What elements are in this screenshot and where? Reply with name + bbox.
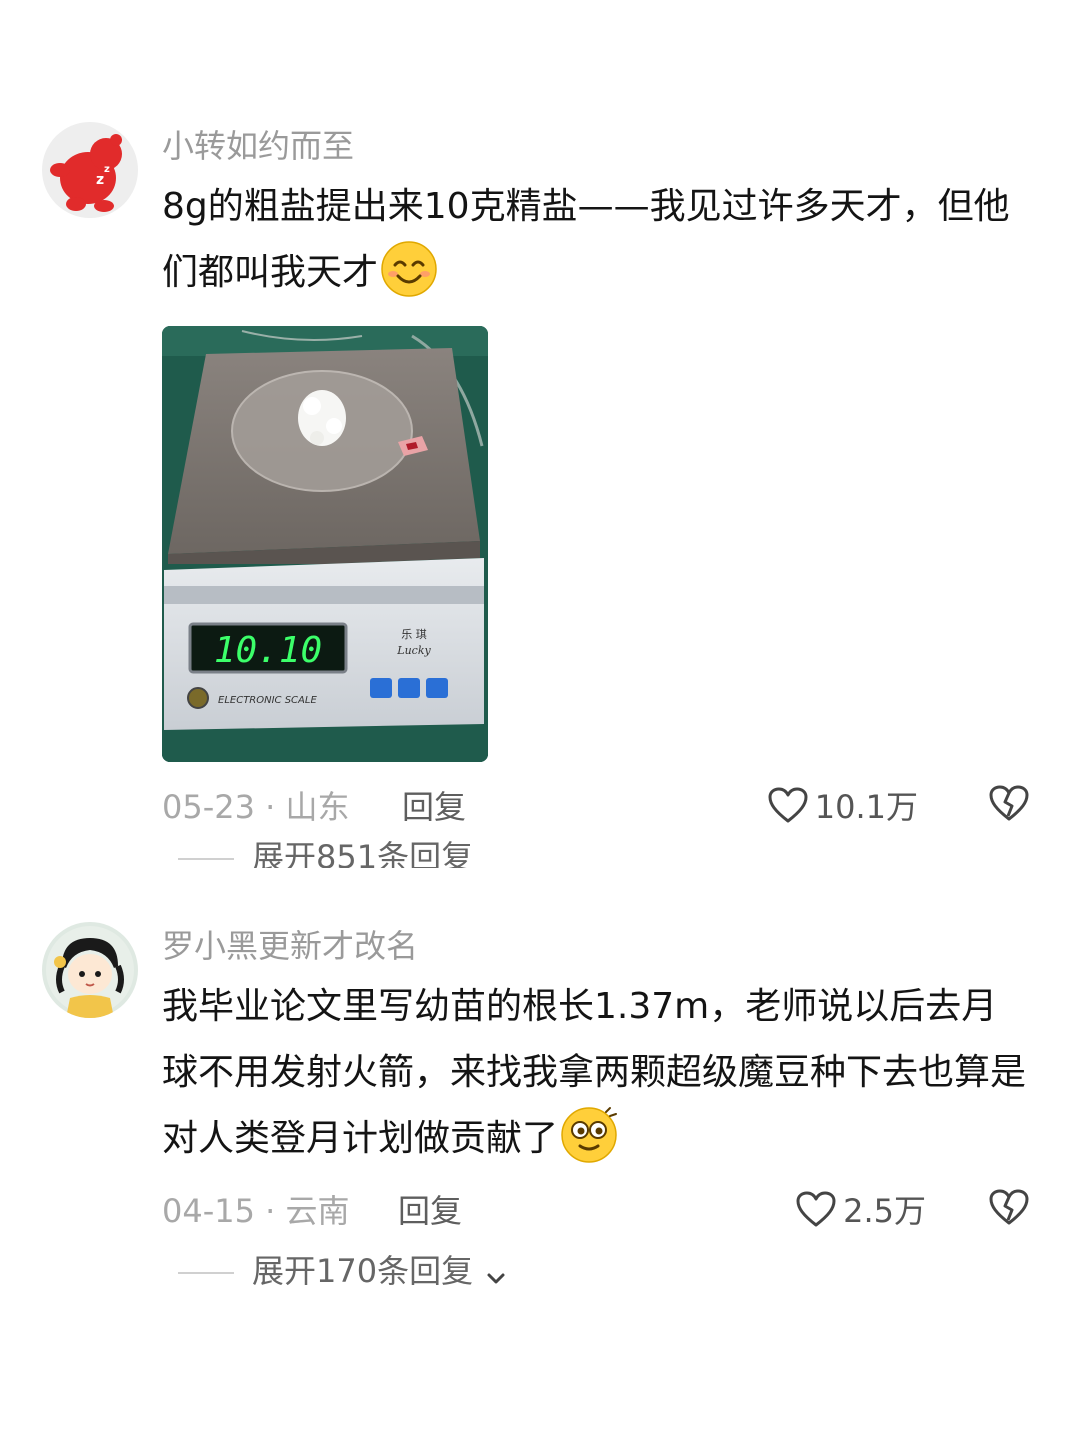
expand-replies[interactable]: 展开170条回复 xyxy=(0,1244,600,1300)
heart-icon xyxy=(796,1191,836,1227)
svg-text:乐 琪: 乐 琪 xyxy=(401,628,427,641)
reply-button[interactable]: 回复 xyxy=(398,1186,462,1232)
username[interactable]: 罗小黑更新才改名 xyxy=(162,918,1030,974)
comment-photo[interactable]: 10.10 乐 琪 Lucky ELECTRONIC SCALE xyxy=(162,326,488,762)
scale-brand: Lucky xyxy=(396,644,431,657)
like-count: 10.1万 xyxy=(814,788,918,826)
svg-text:z: z xyxy=(96,172,104,188)
reply-button[interactable]: 回复 xyxy=(402,782,466,828)
chevron-down-icon xyxy=(484,1260,508,1298)
avatar[interactable] xyxy=(42,922,138,1018)
broken-heart-icon xyxy=(989,785,1029,821)
comment-meta: 04-15 · 云南 回复 2.5万 xyxy=(162,1172,1030,1244)
like-button[interactable]: 10.1万 xyxy=(767,782,918,828)
date-location: 05-23 · 山东 xyxy=(162,788,350,826)
comment-text: 8g的粗盐提出来10克精盐——我见过许多天才，但他们都叫我天才 xyxy=(162,174,1030,306)
broken-heart-icon xyxy=(989,1189,1029,1225)
heart-icon xyxy=(768,787,808,823)
comment-text: 我毕业论文里写幼苗的根长1.37m，老师说以后去月球不用发射火箭，来找我拿两颗超… xyxy=(162,974,1030,1172)
dizzy-face-icon xyxy=(560,1106,618,1164)
dislike-button[interactable] xyxy=(988,1188,1030,1234)
expand-replies[interactable]: 展开851条回复 xyxy=(0,840,600,868)
scale-reading: 10.10 xyxy=(214,630,322,671)
scale-label: ELECTRONIC SCALE xyxy=(218,695,317,706)
like-count: 2.5万 xyxy=(843,1192,926,1230)
date-location: 04-15 · 云南 xyxy=(162,1192,350,1230)
username[interactable]: 小转如约而至 xyxy=(162,118,1030,174)
like-button[interactable]: 2.5万 xyxy=(795,1186,926,1232)
svg-text:z: z xyxy=(104,164,110,175)
avatar[interactable]: z z xyxy=(42,122,138,218)
smiling-face-icon xyxy=(380,240,438,298)
comment-meta: 05-23 · 山东 回复 10.1万 xyxy=(162,768,1030,840)
dislike-button[interactable] xyxy=(988,784,1030,830)
